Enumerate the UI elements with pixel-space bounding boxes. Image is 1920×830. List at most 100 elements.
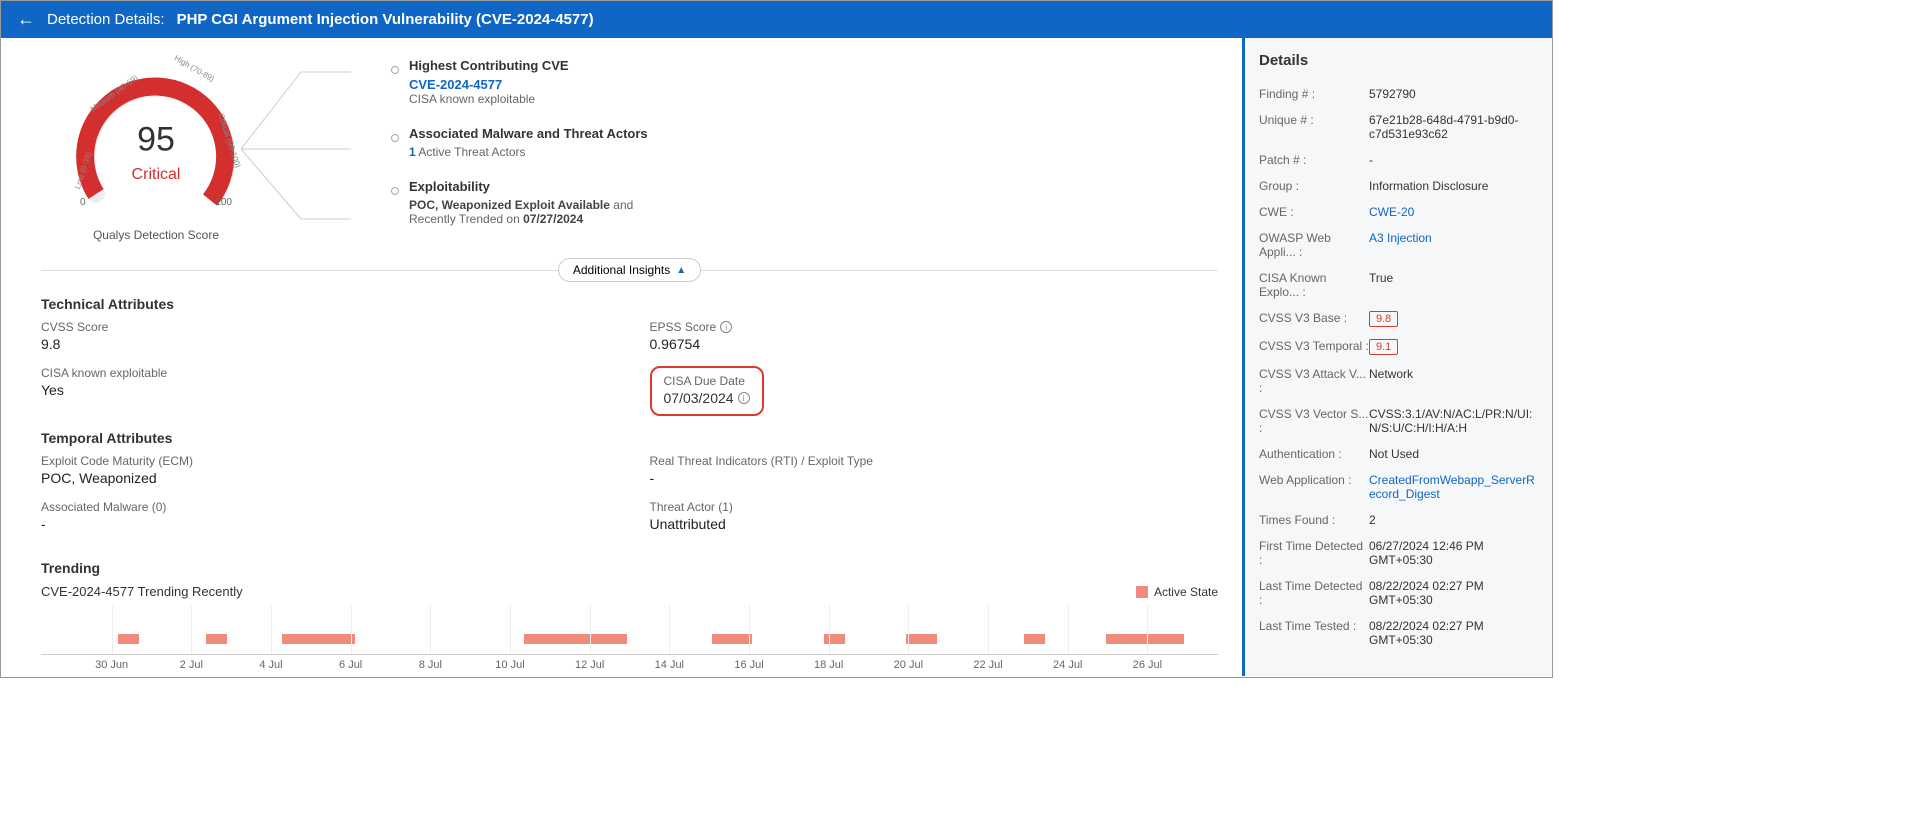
- trending-title: Trending: [41, 560, 1218, 576]
- threat-sub: Active Threat Actors: [418, 145, 525, 159]
- cve-link[interactable]: CVE-2024-4577: [409, 77, 1218, 92]
- detail-label: Times Found :: [1259, 513, 1369, 527]
- detail-row: Web Application :CreatedFromWebapp_Serve…: [1259, 467, 1538, 507]
- detail-label: Last Time Detected :: [1259, 579, 1369, 607]
- cvss-val: 9.8: [41, 336, 610, 352]
- exploit-line1a: POC, Weaponized Exploit Available: [409, 198, 610, 212]
- gauge-score: 95: [137, 121, 175, 160]
- detail-label: Patch # :: [1259, 153, 1369, 167]
- info-icon[interactable]: i: [738, 392, 750, 404]
- detail-label: CVSS V3 Attack V... :: [1259, 367, 1369, 395]
- detail-value: 5792790: [1369, 87, 1538, 101]
- detail-row: Finding # :5792790: [1259, 81, 1538, 107]
- trend-bar: [906, 634, 937, 644]
- insight-cve-title: Highest Contributing CVE: [409, 58, 1218, 73]
- insight-cve: Highest Contributing CVE CVE-2024-4577 C…: [391, 58, 1218, 106]
- details-sidebar: Details Finding # :5792790Unique # :67e2…: [1242, 38, 1552, 676]
- detail-value: 9.8: [1369, 311, 1538, 327]
- gauge-status: Critical: [132, 166, 181, 184]
- detail-value: 9.1: [1369, 339, 1538, 355]
- trend-bar: [118, 634, 139, 644]
- temporal-title: Temporal Attributes: [41, 430, 1218, 446]
- trend-bar: [712, 634, 752, 644]
- cisa-due-highlight: CISA Due Date 07/03/2024 i: [650, 366, 764, 416]
- cvss-badge: 9.1: [1369, 339, 1398, 355]
- trend-tick: 2 Jul: [180, 659, 203, 671]
- cvss-badge: 9.8: [1369, 311, 1398, 327]
- insight-malware: Associated Malware and Threat Actors 1 A…: [391, 126, 1218, 159]
- legend-swatch: [1136, 586, 1148, 598]
- detail-row: Unique # :67e21b28-648d-4791-b9d0-c7d531…: [1259, 107, 1538, 147]
- trend-tick: 10 Jul: [495, 659, 524, 671]
- detail-label: First Time Detected :: [1259, 539, 1369, 567]
- cvss-label: CVSS Score: [41, 320, 610, 334]
- trend-tick: 18 Jul: [814, 659, 843, 671]
- detail-row: CISA Known Explo... :True: [1259, 265, 1538, 305]
- trend-tick: 16 Jul: [734, 659, 763, 671]
- info-icon[interactable]: i: [720, 321, 732, 333]
- header-bar: ← Detection Details: PHP CGI Argument In…: [1, 1, 1552, 38]
- detail-row: Group :Information Disclosure: [1259, 173, 1538, 199]
- trending-sub: CVE-2024-4577 Trending Recently: [41, 584, 243, 599]
- insight-exploit: Exploitability POC, Weaponized Exploit A…: [391, 179, 1218, 226]
- trending-axis: 30 Jun2 Jul4 Jul6 Jul8 Jul10 Jul12 Jul14…: [41, 655, 1218, 673]
- epss-label: EPSS Score: [650, 320, 717, 334]
- trend-bar: [1024, 634, 1045, 644]
- detail-row: CVSS V3 Base :9.8: [1259, 305, 1538, 333]
- additional-insights-toggle[interactable]: Additional Insights ▲: [558, 258, 701, 282]
- detail-value: True: [1369, 271, 1538, 299]
- insight-exploit-title: Exploitability: [409, 179, 1218, 194]
- trend-tick: 14 Jul: [655, 659, 684, 671]
- cve-sub: CISA known exploitable: [409, 92, 1218, 106]
- trend-bar: [1106, 634, 1184, 644]
- detail-label: Unique # :: [1259, 113, 1369, 141]
- malware-label: Associated Malware (0): [41, 500, 610, 514]
- detail-value: CVSS:3.1/AV:N/AC:L/PR:N/UI:N/S:U/C:H/I:H…: [1369, 407, 1538, 435]
- trend-tick: 30 Jun: [95, 659, 128, 671]
- threat-count: 1: [409, 145, 416, 159]
- detail-label: CWE :: [1259, 205, 1369, 219]
- detail-row: Patch # :-: [1259, 147, 1538, 173]
- legend-active-state: Active State: [1136, 585, 1218, 599]
- detail-value: Information Disclosure: [1369, 179, 1538, 193]
- trend-bar: [524, 634, 628, 644]
- detail-label: CVSS V3 Base :: [1259, 311, 1369, 327]
- insight-malware-title: Associated Malware and Threat Actors: [409, 126, 1218, 141]
- detail-value[interactable]: CWE-20: [1369, 205, 1538, 219]
- detail-label: Last Time Tested :: [1259, 619, 1369, 647]
- chevron-up-icon: ▲: [676, 265, 686, 276]
- detail-label: CVSS V3 Temporal :: [1259, 339, 1369, 355]
- trend-tick: 4 Jul: [259, 659, 282, 671]
- detail-label: Group :: [1259, 179, 1369, 193]
- detail-label: CISA Known Explo... :: [1259, 271, 1369, 299]
- detail-value: Network: [1369, 367, 1538, 395]
- header-title: PHP CGI Argument Injection Vulnerability…: [177, 11, 594, 28]
- trend-bar: [282, 634, 355, 644]
- trend-bar: [824, 634, 845, 644]
- detail-label: Web Application :: [1259, 473, 1369, 501]
- detail-row: CVSS V3 Vector S... :CVSS:3.1/AV:N/AC:L/…: [1259, 401, 1538, 441]
- trend-tick: 20 Jul: [894, 659, 923, 671]
- detail-label: Finding # :: [1259, 87, 1369, 101]
- rti-label: Real Threat Indicators (RTI) / Exploit T…: [650, 454, 1219, 468]
- technical-title: Technical Attributes: [41, 296, 1218, 312]
- cisa-due-val: 07/03/2024: [664, 390, 734, 406]
- actor-val: Unattributed: [650, 516, 1219, 532]
- detail-value: -: [1369, 153, 1538, 167]
- header-label: Detection Details:: [47, 11, 165, 28]
- gauge-tick-high: 100: [215, 197, 232, 208]
- toggle-label: Additional Insights: [573, 263, 670, 277]
- cisa-due-label: CISA Due Date: [664, 374, 745, 388]
- detail-value: 67e21b28-648d-4791-b9d0-c7d531e93c62: [1369, 113, 1538, 141]
- detail-row: Last Time Detected :08/22/2024 02:27 PM …: [1259, 573, 1538, 613]
- gauge-widget: 95 Critical 0 100 Low (0-39) Medium (40-…: [41, 54, 271, 246]
- detail-row: Last Time Tested :08/22/2024 02:27 PM GM…: [1259, 613, 1538, 653]
- trending-chart: [41, 605, 1218, 655]
- exploit-line2a: Recently Trended on: [409, 212, 523, 226]
- detail-row: CVSS V3 Attack V... :Network: [1259, 361, 1538, 401]
- detail-value[interactable]: CreatedFromWebapp_ServerRecord_Digest: [1369, 473, 1538, 501]
- details-title: Details: [1259, 52, 1538, 69]
- detail-label: CVSS V3 Vector S... :: [1259, 407, 1369, 435]
- detail-value[interactable]: A3 Injection: [1369, 231, 1538, 259]
- back-arrow-icon[interactable]: ←: [17, 9, 35, 30]
